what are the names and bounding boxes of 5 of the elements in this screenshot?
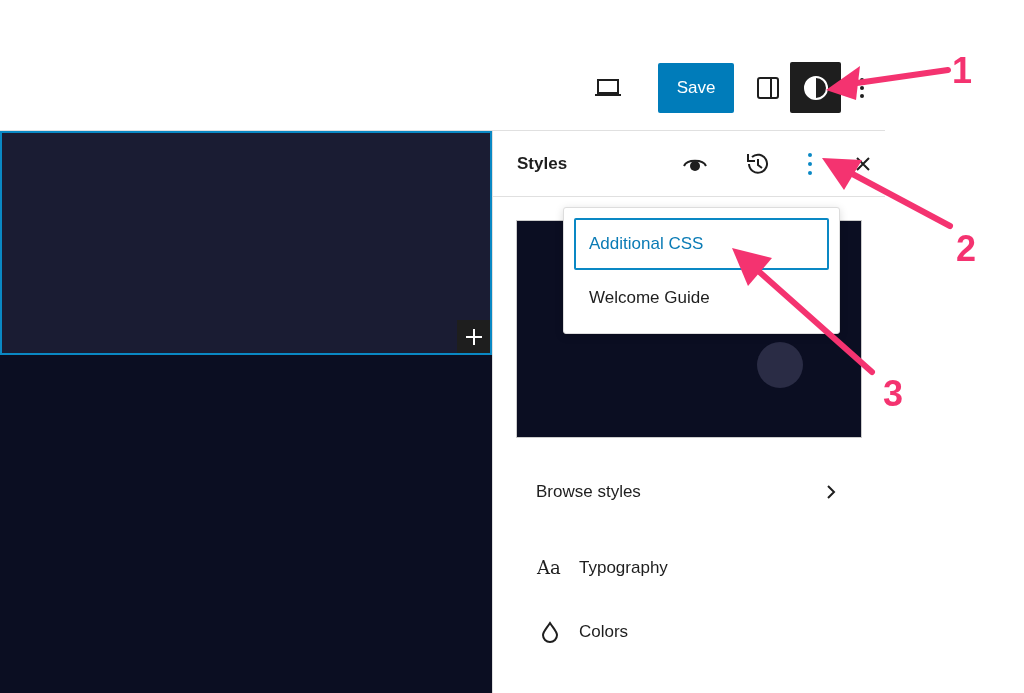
annotation-number: 2: [956, 228, 976, 269]
typography-icon: Aa: [537, 554, 565, 581]
annotation-number: 1: [952, 50, 972, 91]
panel-title: Styles: [517, 152, 569, 175]
annotation-number: 3: [883, 373, 903, 414]
